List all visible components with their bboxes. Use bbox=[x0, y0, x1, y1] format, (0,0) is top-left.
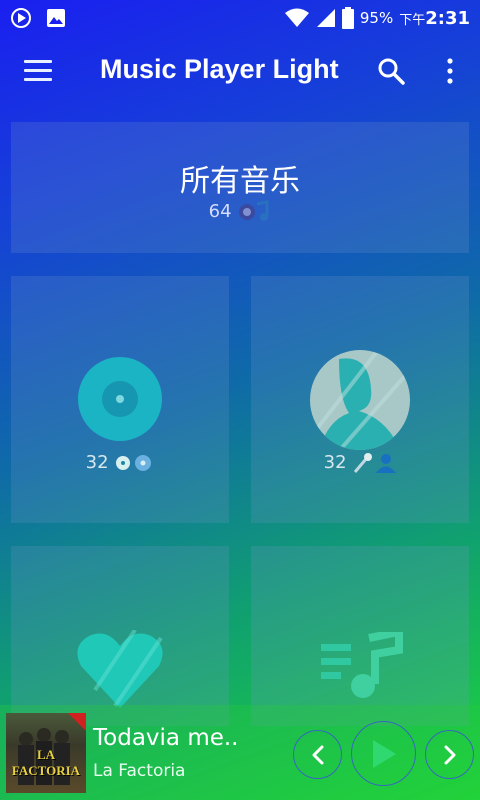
battery-icon bbox=[341, 7, 354, 29]
previous-icon bbox=[312, 745, 323, 764]
artists-count: 32 bbox=[323, 452, 347, 473]
status-bar: 95% 下午2:31 bbox=[0, 0, 480, 36]
albums-tile[interactable]: 32 bbox=[11, 276, 229, 523]
image-notification-icon bbox=[47, 9, 65, 27]
artists-tile[interactable]: 32 bbox=[251, 276, 469, 523]
favorites-tile[interactable] bbox=[11, 546, 229, 726]
previous-button[interactable] bbox=[293, 730, 342, 779]
all-music-count-row: 64 bbox=[11, 200, 469, 224]
all-music-tile[interactable]: 所有音乐 64 bbox=[11, 122, 469, 253]
play-icon bbox=[372, 739, 396, 768]
albums-count: 32 bbox=[85, 452, 109, 473]
play-notification-icon bbox=[11, 8, 31, 28]
all-music-label: 所有音乐 bbox=[180, 164, 300, 199]
search-icon[interactable] bbox=[376, 56, 406, 86]
clock: 2:31 bbox=[425, 7, 470, 29]
menu-icon[interactable] bbox=[24, 60, 52, 82]
battery-percent: 95% bbox=[359, 9, 394, 27]
next-button[interactable] bbox=[425, 730, 474, 779]
time-prefix: 下午 bbox=[399, 12, 426, 28]
album-art[interactable]: LA FACTORIA bbox=[6, 713, 86, 793]
album-small-icon bbox=[116, 455, 152, 471]
album-art-logo: LA FACTORIA bbox=[11, 747, 81, 778]
album-art-badge bbox=[68, 713, 86, 731]
more-vert-icon[interactable] bbox=[440, 56, 460, 86]
album-disc-icon bbox=[78, 357, 162, 441]
track-title: Todavia me.. bbox=[93, 725, 239, 751]
heart-icon bbox=[77, 630, 163, 708]
wifi-icon bbox=[284, 8, 309, 27]
now-playing-bar[interactable]: LA FACTORIA Todavia me.. La Factoria bbox=[0, 705, 480, 800]
app-bar: Music Player Light bbox=[0, 40, 480, 104]
artist-icon bbox=[310, 350, 410, 450]
artists-count-row: 32 bbox=[251, 452, 469, 474]
all-music-count: 64 bbox=[208, 201, 232, 222]
next-icon bbox=[444, 745, 455, 764]
app-title: Music Player Light bbox=[100, 54, 339, 84]
songs-icon bbox=[239, 200, 269, 221]
playlist-icon bbox=[321, 632, 403, 698]
play-button[interactable] bbox=[351, 721, 416, 786]
playlists-tile[interactable] bbox=[251, 546, 469, 726]
mic-person-icon bbox=[354, 453, 397, 473]
track-artist: La Factoria bbox=[93, 761, 186, 781]
signal-icon bbox=[316, 9, 335, 27]
albums-count-row: 32 bbox=[11, 452, 229, 473]
